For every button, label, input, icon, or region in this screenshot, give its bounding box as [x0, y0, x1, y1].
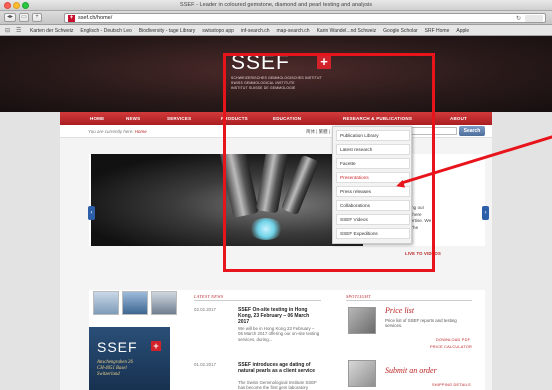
news-title[interactable]: SSEF introduces age dating of natural pe…: [238, 362, 320, 374]
price-list-title[interactable]: Price list: [385, 306, 414, 315]
bookmark-item[interactable]: Karten der Schweiz: [30, 28, 73, 34]
window-titlebar: SSEF - Leader in coloured gemstone, diam…: [0, 0, 552, 11]
address-bar[interactable]: + ssef.ch/home/ ↻: [64, 13, 546, 23]
shipping-details-link[interactable]: SHIPPING DETAILS: [432, 382, 471, 387]
price-list-description: Price list of SSEF reports and testing s…: [385, 318, 457, 329]
ssef-favicon-icon: +: [68, 15, 75, 22]
reload-icon[interactable]: ↻: [516, 15, 521, 22]
slider-next-arrow-icon[interactable]: ›: [482, 206, 489, 220]
download-pdf-link[interactable]: DOWNLOAD PDF: [436, 337, 470, 342]
nav-about[interactable]: ABOUT: [450, 116, 467, 121]
search-button[interactable]: Search: [459, 126, 485, 136]
bookmark-list: Karten der Schweiz Englisch - Deutsch Leo…: [30, 28, 476, 34]
window-title: SSEF - Leader in coloured gemstone, diam…: [179, 2, 373, 8]
thumbnail-airplane[interactable]: [93, 291, 119, 315]
promo-logo-text: SSEF: [97, 339, 138, 355]
bookmarks-bar: ⊟ ☰ Karten der Schweiz Englisch - Deutsch…: [0, 25, 552, 36]
thumbnail-photo[interactable]: [122, 291, 148, 315]
submit-order-title[interactable]: Submit an order: [385, 366, 437, 375]
breadcrumb: You are currently here: Home: [88, 129, 147, 134]
breadcrumb-home-link[interactable]: Home: [135, 129, 147, 134]
news-title[interactable]: SSEF On-site testing in Hong Kong, 23 Fe…: [238, 307, 320, 325]
nav-news[interactable]: NEWS: [126, 116, 140, 121]
nav-home[interactable]: HOME: [90, 116, 104, 121]
add-bookmark-button[interactable]: +: [32, 13, 42, 22]
bookmark-item[interactable]: Englisch - Deutsch Leo: [80, 28, 131, 34]
bookmark-item[interactable]: Apple: [456, 28, 469, 34]
calculator-image[interactable]: [348, 307, 376, 334]
nav-services[interactable]: SERVICES: [167, 116, 191, 121]
browser-toolbar: ◂▸ ▭ + + ssef.ch/home/ ↻: [0, 11, 552, 25]
slider-prev-arrow-icon[interactable]: ‹: [88, 206, 95, 220]
news-body: We will be in Hong Kong 23 February – 06…: [238, 326, 320, 342]
breadcrumb-prefix: You are currently here:: [88, 129, 135, 134]
url-text: ssef.ch/home/: [78, 15, 113, 21]
bookmark-item[interactable]: Biodiversity - tage Library: [139, 28, 195, 34]
promo-address: Anschengraben 26 CH-4051 Basel Switzerla…: [97, 360, 133, 378]
news-body: The Swiss Gemmological Institute SSEF ha…: [238, 380, 317, 390]
bookmark-item[interactable]: map-search.ch: [277, 28, 310, 34]
price-calculator-link[interactable]: PRICE CALCULATOR: [430, 344, 472, 349]
divider: [346, 300, 472, 301]
bookmark-item[interactable]: Google Scholar: [383, 28, 417, 34]
ssef-promo-banner[interactable]: SSEF + Anschengraben 26 CH-4051 Basel Sw…: [89, 327, 170, 390]
news-date: 01.02.2017: [194, 362, 216, 367]
bookmark-item[interactable]: SRF Home: [425, 28, 450, 34]
latest-news-heading: LATEST NEWS: [194, 294, 224, 299]
spotlight-heading: SPOTLIGHT: [346, 294, 371, 299]
tabs-icon[interactable]: ▭: [19, 13, 29, 22]
annotation-highlight-box: [223, 53, 435, 272]
reader-button[interactable]: [525, 15, 543, 22]
news-date: 02.02.2017: [194, 307, 216, 312]
bookmark-item[interactable]: swisstopo app: [202, 28, 234, 34]
order-image[interactable]: [348, 360, 376, 387]
back-button[interactable]: ◂▸: [4, 13, 16, 22]
thumbnail-instrument[interactable]: [151, 291, 177, 315]
divider: [194, 300, 321, 301]
sidebar-icon[interactable]: ⊟: [5, 27, 10, 34]
bookmark-item[interactable]: inf-search.ch: [241, 28, 270, 34]
top-sites-icon[interactable]: ☰: [16, 27, 21, 34]
promo-address-line: Switzerland: [97, 372, 120, 377]
promo-swiss-cross-icon: +: [151, 341, 161, 351]
bookmark-item[interactable]: Karin Wandel...nd Schweiz: [317, 28, 377, 34]
